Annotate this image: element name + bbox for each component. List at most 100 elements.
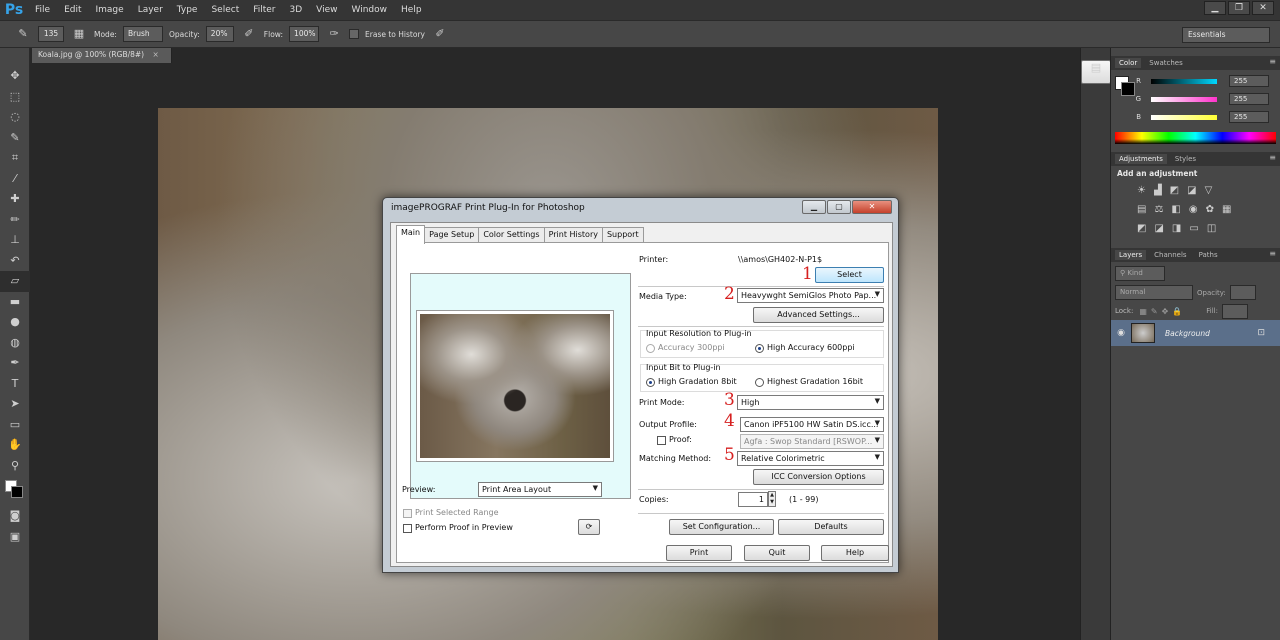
accuracy-300-radio[interactable] bbox=[646, 344, 655, 353]
tab-layers[interactable]: Layers bbox=[1115, 250, 1147, 260]
restore-icon[interactable]: ❐ bbox=[1228, 1, 1250, 15]
color-balance-icon[interactable]: ⚖ bbox=[1154, 204, 1163, 215]
vibrance-icon[interactable]: ▽ bbox=[1205, 185, 1213, 196]
invert-icon[interactable]: ◩ bbox=[1137, 223, 1146, 234]
healing-brush-tool-icon[interactable]: ✚ bbox=[0, 189, 30, 210]
menu-file[interactable]: File bbox=[28, 0, 57, 20]
flow-input[interactable]: 100% bbox=[289, 26, 320, 42]
tab-color[interactable]: Color bbox=[1115, 58, 1142, 68]
print-mode-select[interactable]: High ▼ bbox=[737, 395, 884, 410]
erase-to-history-checkbox[interactable] bbox=[349, 29, 360, 39]
exposure-icon[interactable]: ◪ bbox=[1187, 185, 1196, 196]
brush-size-picker[interactable]: 135 bbox=[38, 26, 64, 42]
tab-paths[interactable]: Paths bbox=[1195, 250, 1222, 260]
color-swatches[interactable] bbox=[0, 476, 30, 506]
channel-g-value[interactable]: 255 bbox=[1229, 93, 1269, 105]
eraser-tool-icon[interactable]: ▱ bbox=[0, 271, 30, 292]
lasso-tool-icon[interactable]: ◌ bbox=[0, 107, 30, 128]
history-brush-tool-icon[interactable]: ↶ bbox=[0, 251, 30, 272]
background-color-swatch[interactable] bbox=[11, 486, 23, 498]
brightness-icon[interactable]: ☀ bbox=[1137, 185, 1146, 196]
rectangle-tool-icon[interactable]: ▭ bbox=[0, 415, 30, 436]
preview-select[interactable]: Print Area Layout ▼ bbox=[478, 482, 602, 497]
tab-swatches[interactable]: Swatches bbox=[1145, 58, 1186, 68]
maximize-icon[interactable]: ▢ bbox=[827, 200, 851, 214]
black-white-icon[interactable]: ◧ bbox=[1171, 204, 1180, 215]
opacity-input[interactable]: 20% bbox=[205, 26, 234, 42]
levels-icon[interactable]: ▟ bbox=[1154, 185, 1162, 196]
selective-color-icon[interactable]: ◫ bbox=[1207, 223, 1216, 234]
crop-tool-icon[interactable]: ⌗ bbox=[0, 148, 30, 169]
proof-checkbox[interactable] bbox=[657, 436, 666, 445]
gradient-map-icon[interactable]: ▭ bbox=[1189, 223, 1198, 234]
menu-window[interactable]: Window bbox=[345, 0, 395, 20]
select-printer-button[interactable]: Select bbox=[815, 267, 884, 283]
airbrush-icon[interactable]: ✑ bbox=[325, 26, 343, 42]
eye-visibility-icon[interactable]: ◉ bbox=[1111, 328, 1131, 338]
mode-select[interactable]: Brush bbox=[122, 26, 163, 42]
pressure-opacity-icon[interactable]: ✐ bbox=[240, 26, 258, 42]
curves-icon[interactable]: ◩ bbox=[1170, 185, 1179, 196]
eraser-tool-icon[interactable]: ✎ bbox=[14, 26, 32, 42]
menu-3d[interactable]: 3D bbox=[283, 0, 310, 20]
high-gradation-8bit-radio[interactable] bbox=[646, 378, 655, 387]
threshold-icon[interactable]: ◨ bbox=[1172, 223, 1181, 234]
type-tool-icon[interactable]: T bbox=[0, 374, 30, 395]
copies-spinner[interactable]: ▲ ▼ bbox=[768, 491, 776, 507]
channel-b-slider[interactable] bbox=[1151, 114, 1217, 120]
workspace-select[interactable]: Essentials bbox=[1182, 27, 1270, 43]
tab-support[interactable]: Support bbox=[601, 227, 644, 243]
panel-menu-icon[interactable]: ≡ bbox=[1269, 57, 1276, 66]
brush-tool-icon[interactable]: ✏ bbox=[0, 210, 30, 231]
menu-help[interactable]: Help bbox=[394, 0, 429, 20]
tab-print-history[interactable]: Print History bbox=[543, 227, 603, 243]
eyedropper-tool-icon[interactable]: ⁄ bbox=[0, 169, 30, 190]
dodge-tool-icon[interactable]: ◍ bbox=[0, 333, 30, 354]
defaults-button[interactable]: Defaults bbox=[778, 519, 884, 535]
panel-menu-icon[interactable]: ≡ bbox=[1269, 249, 1276, 258]
highest-gradation-16bit-radio[interactable] bbox=[755, 378, 764, 387]
gradient-tool-icon[interactable]: ▬ bbox=[0, 292, 30, 313]
close-tab-icon[interactable]: × bbox=[153, 50, 159, 59]
channel-r-value[interactable]: 255 bbox=[1229, 75, 1269, 87]
layer-row-background[interactable]: ◉ Background ⊡ bbox=[1111, 320, 1280, 346]
panel-menu-icon[interactable]: ≡ bbox=[1269, 153, 1276, 162]
zoom-tool-icon[interactable]: ⚲ bbox=[0, 456, 30, 477]
menu-image[interactable]: Image bbox=[89, 0, 131, 20]
set-configuration-button[interactable]: Set Configuration... bbox=[669, 519, 774, 535]
help-button[interactable]: Help bbox=[821, 545, 889, 561]
channel-r-slider[interactable] bbox=[1151, 78, 1217, 84]
brush-panel-icon[interactable]: ▦ bbox=[70, 26, 88, 42]
tab-channels[interactable]: Channels bbox=[1150, 250, 1190, 260]
menu-type[interactable]: Type bbox=[170, 0, 205, 20]
document-tab[interactable]: Koala.jpg @ 100% (RGB/8#) × bbox=[32, 48, 172, 63]
channel-g-slider[interactable] bbox=[1151, 96, 1217, 102]
tab-color-settings[interactable]: Color Settings bbox=[478, 227, 545, 243]
minimize-icon[interactable]: ▁ bbox=[1204, 1, 1226, 15]
layer-opacity-input[interactable] bbox=[1229, 285, 1256, 300]
pressure-size-icon[interactable]: ✐ bbox=[431, 26, 449, 42]
blur-tool-icon[interactable]: ● bbox=[0, 312, 30, 333]
tab-page-setup[interactable]: Page Setup bbox=[424, 227, 480, 243]
tab-main[interactable]: Main bbox=[396, 225, 426, 244]
menu-edit[interactable]: Edit bbox=[57, 0, 88, 20]
icc-conversion-options-button[interactable]: ICC Conversion Options bbox=[753, 469, 884, 485]
tab-adjustments[interactable]: Adjustments bbox=[1115, 154, 1167, 164]
pen-tool-icon[interactable]: ✒ bbox=[0, 353, 30, 374]
photo-filter-icon[interactable]: ◉ bbox=[1189, 204, 1198, 215]
quick-selection-tool-icon[interactable]: ✎ bbox=[0, 128, 30, 149]
history-panel-icon[interactable]: ▤ bbox=[1081, 60, 1111, 84]
quick-mask-icon[interactable]: ◙ bbox=[0, 506, 30, 527]
copies-input[interactable]: 1 bbox=[738, 492, 768, 507]
move-tool-icon[interactable]: ✥ bbox=[0, 66, 30, 87]
tab-styles[interactable]: Styles bbox=[1171, 154, 1200, 164]
lock-icons[interactable]: ▦✎✥🔒 bbox=[1139, 307, 1186, 316]
advanced-settings-button[interactable]: Advanced Settings... bbox=[753, 307, 884, 323]
fill-input[interactable] bbox=[1221, 303, 1248, 319]
screen-mode-icon[interactable]: ▣ bbox=[0, 527, 30, 548]
output-profile-select[interactable]: Canon iPF5100 HW Satin DS.icc... ▼ bbox=[740, 417, 884, 432]
clone-stamp-tool-icon[interactable]: ⊥ bbox=[0, 230, 30, 251]
hue-saturation-icon[interactable]: ▤ bbox=[1137, 204, 1146, 215]
marquee-tool-icon[interactable]: ⬚ bbox=[0, 87, 30, 108]
color-spectrum-bar[interactable] bbox=[1115, 132, 1276, 144]
